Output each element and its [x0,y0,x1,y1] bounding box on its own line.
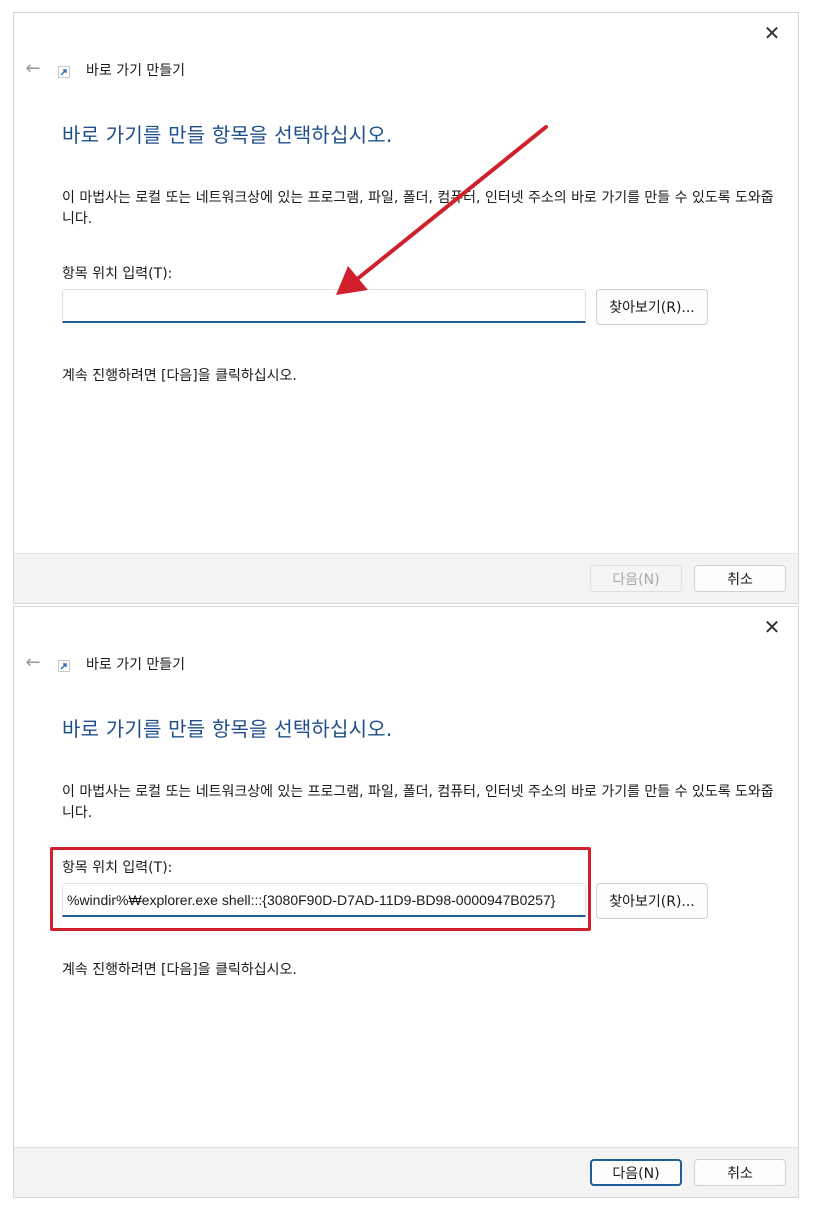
close-icon[interactable]: ✕ [760,615,784,639]
location-input[interactable] [62,883,586,917]
window-title: 바로 가기 만들기 [86,657,186,673]
create-shortcut-dialog-empty: ✕ ← 바로 가기 만들기 바로 가기를 만들 항목을 선택하십시오. 이 마법… [13,12,799,604]
back-arrow-icon[interactable]: ← [22,652,44,674]
create-shortcut-dialog-filled: ✕ ← 바로 가기 만들기 바로 가기를 만들 항목을 선택하십시오. 이 마법… [13,606,799,1198]
cancel-button[interactable]: 취소 [694,1159,786,1186]
wizard-description: 이 마법사는 로컬 또는 네트워크상에 있는 프로그램, 파일, 폴더, 컴퓨터… [62,190,774,227]
close-icon[interactable]: ✕ [760,21,784,45]
browse-button[interactable]: 찾아보기(R)... [596,289,708,325]
next-button[interactable]: 다음(N) [590,1159,682,1186]
browse-button[interactable]: 찾아보기(R)... [596,883,708,919]
shortcut-icon [58,660,70,672]
location-label: 항목 위치 입력(T): [62,266,173,282]
page-heading: 바로 가기를 만들 항목을 선택하십시오. [62,717,393,741]
dialog-footer: 다음(N) 취소 [14,1147,798,1197]
continue-instruction: 계속 진행하려면 [다음]을 클릭하십시오. [62,962,297,978]
dialog-footer: 다음(N) 취소 [14,553,798,603]
page-heading: 바로 가기를 만들 항목을 선택하십시오. [62,123,393,147]
location-input[interactable] [62,289,586,323]
back-arrow-icon[interactable]: ← [22,58,44,80]
cancel-button[interactable]: 취소 [694,565,786,592]
continue-instruction: 계속 진행하려면 [다음]을 클릭하십시오. [62,368,297,384]
next-button[interactable]: 다음(N) [590,565,682,592]
window-title: 바로 가기 만들기 [86,63,186,79]
location-label: 항목 위치 입력(T): [62,860,173,876]
shortcut-icon [58,66,70,78]
wizard-description: 이 마법사는 로컬 또는 네트워크상에 있는 프로그램, 파일, 폴더, 컴퓨터… [62,784,774,821]
